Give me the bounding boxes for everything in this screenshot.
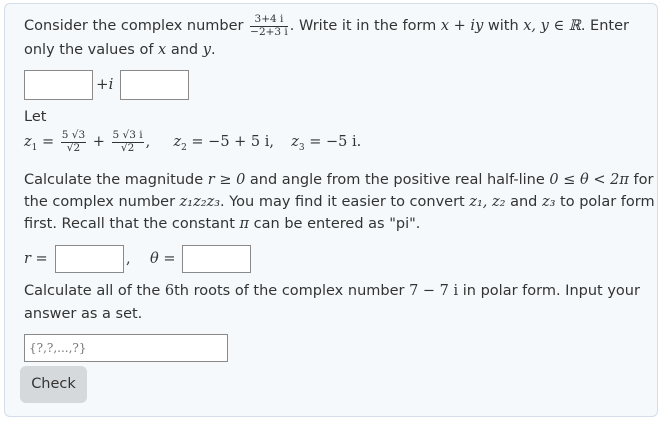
q2-para-line-1: Calculate the magnitude r ≥ 0 and angle … [24, 172, 653, 188]
root-order: 6 [164, 283, 175, 299]
theta-condition: 0 ≤ θ < 2π [549, 172, 629, 188]
roots-set-input[interactable]: {?,?,...,?} [24, 334, 228, 362]
q1-text-only: only the values of [24, 42, 154, 58]
q3-text-roots: th roots of the complex number [174, 283, 405, 299]
check-button[interactable]: Check [20, 366, 87, 403]
q1-var-x: x [158, 42, 167, 58]
z1-real-denominator: √2 [66, 141, 81, 154]
q1-text-and: and [170, 42, 199, 58]
q1-var-y: y [202, 42, 211, 58]
q2-text-and: and [510, 194, 538, 210]
theta-label: θ = [150, 251, 176, 267]
z2-symbol: z [173, 134, 182, 151]
q2-let: Let [24, 109, 47, 125]
q2-text-recall: first. Recall that the constant [24, 216, 235, 232]
z1-z2-list: z₁, z₂ [469, 194, 506, 210]
plus-i-label: +i [96, 75, 114, 93]
z3-inline: z₃ [541, 194, 556, 210]
z1-equals: = [41, 134, 55, 151]
q1-line-2: only the values of x and y. [24, 42, 216, 58]
z3-expression: = −5 i. [309, 134, 362, 151]
q3-line-1: Calculate all of the 6th roots of the co… [24, 283, 640, 299]
q1-text-write: . Write it in the form [289, 18, 437, 35]
q1-text-enter: . Enter [580, 18, 629, 35]
q2-text-complex-number: the complex number [24, 194, 176, 210]
r-theta-separator: , [126, 251, 131, 267]
r-label: r = [24, 251, 48, 267]
q1-set-condition: x, y ∈ ℝ [523, 18, 581, 35]
q2-para-line-3: first. Recall that the constant π can be… [24, 216, 420, 232]
z1-comma: , [145, 134, 151, 151]
q1-intro-text: Consider the complex number [24, 18, 244, 35]
z1-fraction-imag: 5 √3 i √2 [111, 129, 144, 154]
q2-para-line-2: the complex number z₁z₂z₃. You may find … [24, 194, 655, 210]
z2-expression: = −5 + 5 i, [191, 134, 275, 151]
z1-imag-numerator: 5 √3 i [111, 129, 144, 143]
z2-subscript: 2 [181, 142, 187, 153]
q3-text-polar: in polar form. Input your [462, 283, 640, 299]
q2-text-for: for [633, 172, 654, 188]
r-condition: r ≥ 0 [207, 172, 246, 188]
q1-fraction-denominator: −2+3 i [250, 25, 288, 38]
q1-fraction-numerator: 3+4 i [250, 13, 288, 27]
q3-text-calc: Calculate all of the [24, 283, 161, 299]
z3-subscript: 3 [298, 142, 305, 153]
angle-input[interactable] [182, 245, 251, 273]
q2-text-magnitude: Calculate the magnitude [24, 172, 204, 188]
q2-text-pi-hint: can be entered as "pi". [253, 216, 421, 232]
q2-definitions: z1 = 5 √3 √2 + 5 √3 i √2 , z2 = −5 + 5 i… [24, 129, 362, 154]
q1-period: . [210, 42, 216, 58]
z1-plus: + [92, 134, 105, 151]
q3-line-2: answer as a set. [24, 306, 143, 322]
z1-subscript: 1 [31, 142, 38, 153]
q1-fraction: 3+4 i −2+3 i [250, 13, 288, 38]
q2-text-convert: . You may find it easier to convert [220, 194, 465, 210]
z1-imag-denominator: √2 [120, 141, 135, 154]
z3-symbol: z [291, 134, 299, 151]
product-z1z2z3: z₁z₂z₃ [179, 194, 221, 210]
pi-symbol: π [239, 216, 250, 232]
q1-text-with: with [487, 18, 519, 35]
real-part-input[interactable] [24, 70, 93, 100]
z1-fraction-real: 5 √3 √2 [60, 129, 87, 154]
imag-part-input[interactable] [120, 70, 189, 100]
q2-text-polar: to polar form [560, 194, 655, 210]
q1-form-math: x + iy [440, 18, 484, 35]
z1-symbol: z [24, 134, 32, 151]
q2-text-angle: and angle from the positive real half-li… [249, 172, 545, 188]
roots-set-placeholder: {?,?,...,?} [29, 341, 87, 355]
magnitude-input[interactable] [55, 245, 124, 273]
q3-complex-number: 7 − 7 i [409, 283, 459, 299]
z1-real-numerator: 5 √3 [60, 129, 87, 143]
q1-line-1: Consider the complex number 3+4 i −2+3 i… [24, 13, 629, 38]
